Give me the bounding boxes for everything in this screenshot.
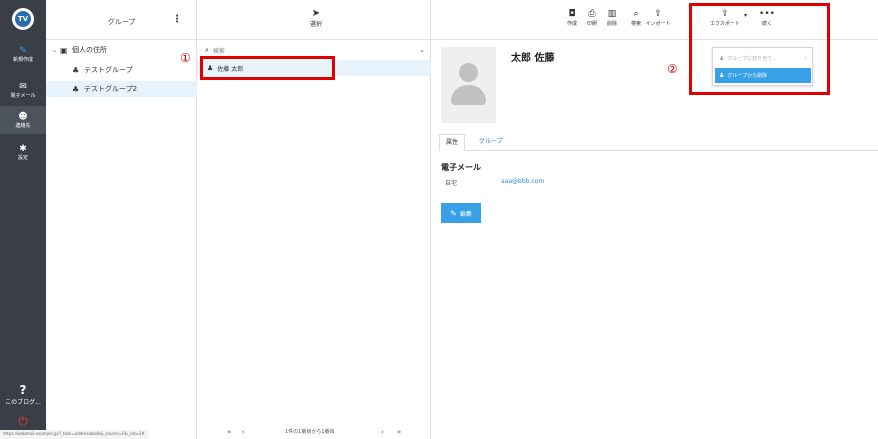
contact-photo — [441, 47, 496, 123]
edit-label: 編集 — [459, 210, 472, 218]
mail-icon: ✉ — [19, 81, 27, 92]
nav-mail-label: 電子メール — [10, 92, 36, 99]
settings-icon: ✱ — [19, 143, 27, 154]
nav-help-label: このブログ... — [5, 399, 41, 406]
help-icon: ? — [19, 383, 27, 397]
next-page-icon[interactable]: › — [381, 428, 384, 436]
annotation-box-2 — [689, 3, 830, 95]
pagination: « ‹ 1件の1番目から1番目 › » — [197, 424, 431, 439]
create-button[interactable]: ◘ 作成 — [561, 8, 583, 27]
last-page-icon[interactable]: » — [397, 428, 401, 436]
chevron-down-icon[interactable]: ⌄ — [52, 47, 60, 54]
pencil-icon: ✎ — [450, 208, 457, 218]
nav-settings-label: 設定 — [17, 154, 28, 161]
tab-groups[interactable]: グループ — [473, 134, 509, 151]
cursor-icon: ➤ — [311, 8, 321, 19]
delete-label: 削除 — [606, 21, 617, 27]
detail-tabs: 属性 グループ — [439, 134, 878, 151]
kebab-menu-icon[interactable]: ⋮ — [172, 14, 182, 25]
main-nav: TV ✎ 新規作成 ✉ 電子メール ☻ 連絡先 ✱ 設定 ? このブログ... … — [0, 0, 46, 439]
email-type-label: 自宅 — [445, 180, 458, 187]
print-label: 印刷 — [586, 21, 597, 27]
print-icon: ⎙ — [588, 9, 596, 19]
folder-item-testgroup[interactable]: ♣ テストグループ — [46, 62, 197, 78]
power-icon[interactable]: ⏻ — [16, 414, 30, 428]
avatar-body-shape — [451, 85, 486, 105]
nav-mail[interactable]: ✉ 電子メール — [0, 76, 46, 104]
folder-pane: グループ ⋮ ⌄ ▣ 個人の住所 ♣ テストグループ ♣ テストグループ2 — [46, 0, 197, 439]
email-link[interactable]: aaa@bbb.com — [501, 178, 544, 185]
nav-new-label: 新規作成 — [12, 56, 33, 63]
search-input[interactable]: 検索 — [213, 46, 225, 55]
nav-help[interactable]: ? このブログ... — [0, 383, 46, 406]
prev-page-icon[interactable]: ‹ — [242, 428, 245, 436]
nav-contacts-label: 連絡先 — [15, 122, 31, 129]
nav-new[interactable]: ✎ 新規作成 — [0, 40, 46, 68]
annotation-number-2: ② — [667, 62, 678, 76]
search-bar[interactable]: ⌕ 検索 ⌄ — [197, 44, 431, 56]
create-icon: ◘ — [568, 9, 576, 19]
avatar-head-shape — [459, 63, 478, 82]
folder-item-personal[interactable]: ⌄ ▣ 個人の住所 — [46, 42, 197, 58]
new-icon: ✎ — [19, 45, 27, 56]
folder-header: グループ ⋮ — [46, 0, 196, 40]
search-icon: ⌕ — [205, 45, 209, 54]
group-icon: ♣ — [72, 84, 80, 94]
contacts-icon: ☻ — [18, 111, 28, 122]
delete-button[interactable]: ▥ 削除 — [601, 8, 623, 27]
pager-text: 1件の1番目から1番目 — [285, 429, 335, 435]
import-button[interactable]: ⇪ インポート — [643, 8, 673, 27]
search-label: 検索 — [630, 21, 641, 27]
addressbook-icon: ▣ — [60, 45, 68, 55]
nav-settings[interactable]: ✱ 設定 — [0, 138, 46, 166]
annotation-number-1: ① — [180, 51, 191, 65]
list-header: ➤ 選択 — [197, 0, 430, 40]
import-icon: ⇪ — [654, 9, 662, 19]
select-label: 選択 — [309, 21, 322, 28]
contact-full-name: 太郎 佐藤 — [511, 53, 555, 64]
status-url: https://webmail.example.jp/?_task=addres… — [0, 430, 148, 439]
print-button[interactable]: ⎙ 印刷 — [581, 8, 603, 27]
import-label: インポート — [645, 21, 671, 27]
edit-button[interactable]: ✎ 編集 — [441, 203, 481, 223]
search-options-chevron-icon[interactable]: ⌄ — [419, 46, 425, 54]
app-logo[interactable]: TV — [12, 8, 34, 30]
email-section-title: 電子メール — [441, 163, 481, 172]
select-button[interactable]: ➤ 選択 — [304, 8, 328, 28]
folder-item-label: テストグループ — [84, 66, 133, 74]
trash-icon: ▥ — [607, 9, 617, 19]
folder-item-testgroup2[interactable]: ♣ テストグループ2 — [46, 81, 197, 97]
folder-item-label: テストグループ2 — [84, 85, 138, 93]
logo-text: TV — [15, 11, 31, 27]
nav-contacts[interactable]: ☻ 連絡先 — [0, 106, 46, 134]
annotation-box-1 — [200, 56, 335, 80]
folder-item-label: 個人の住所 — [72, 46, 107, 54]
tab-properties[interactable]: 属性 — [439, 134, 466, 151]
create-label: 作成 — [566, 21, 577, 27]
group-icon: ♣ — [72, 65, 80, 75]
first-page-icon[interactable]: « — [227, 428, 231, 436]
